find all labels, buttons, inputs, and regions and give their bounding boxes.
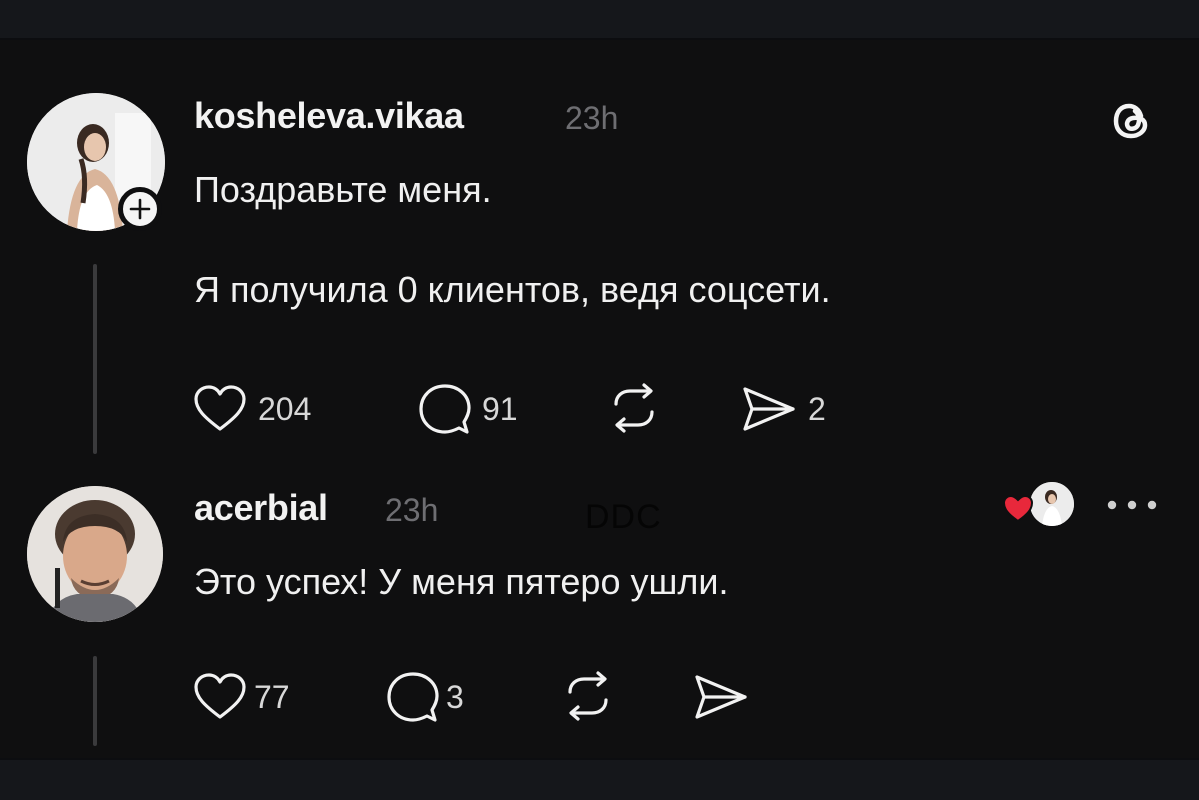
repost-button[interactable]	[606, 382, 662, 434]
threads-post-panel: kosheleva.vikaa 23h Поздравьте меня. Я п…	[0, 40, 1199, 758]
comment-icon	[419, 384, 471, 434]
like-count: 204	[258, 391, 312, 427]
reply-author-avatar[interactable]	[27, 486, 163, 622]
like-button[interactable]: 204	[192, 384, 311, 434]
follow-button[interactable]	[118, 187, 162, 231]
reply-thread-connector-line	[93, 656, 97, 746]
thread-connector-line	[93, 264, 97, 454]
reply-like-button[interactable]: 77	[192, 672, 290, 722]
bottom-letterbox	[0, 760, 1199, 800]
share-count: 2	[808, 391, 826, 427]
reply-reply-button[interactable]: 3	[384, 670, 464, 724]
threads-logo-icon[interactable]	[1108, 96, 1156, 149]
reply-timestamp: 23h	[385, 492, 439, 528]
heart-icon	[194, 673, 246, 719]
reply-repost-button[interactable]	[560, 670, 616, 722]
red-heart-icon	[1002, 494, 1034, 523]
reply-username[interactable]: acerbial	[194, 490, 328, 526]
liked-by-author-avatar	[1028, 480, 1076, 528]
post-text-line-2: Я получила 0 клиентов, ведя соцсети.	[194, 269, 831, 310]
reply-text: Это успех! У меня пятеро ушли.	[194, 561, 729, 602]
reply-share-button[interactable]	[692, 672, 750, 722]
plus-icon	[129, 198, 151, 220]
repost-icon	[614, 383, 654, 433]
reply-like-count: 77	[254, 679, 290, 715]
screenshot-frame: kosheleva.vikaa 23h Поздравьте меня. Я п…	[0, 0, 1199, 800]
watermark-text: DDC	[585, 498, 662, 536]
liked-by-author-indicator	[1002, 480, 1076, 530]
heart-icon	[194, 385, 246, 431]
reply-count: 91	[482, 391, 518, 427]
repost-icon	[568, 671, 608, 721]
more-horizontal-icon[interactable]	[1104, 495, 1160, 520]
top-letterbox	[0, 0, 1199, 38]
comment-icon	[387, 672, 439, 722]
reply-button[interactable]: 91	[416, 382, 518, 436]
post-username[interactable]: kosheleva.vikaa	[194, 98, 464, 134]
post-text-line-1: Поздравьте меня.	[194, 169, 492, 210]
send-icon	[695, 675, 747, 719]
reply-author-photo	[27, 486, 163, 622]
reply-reply-count: 3	[446, 679, 464, 715]
send-icon	[743, 387, 795, 431]
share-button[interactable]: 2	[740, 384, 826, 434]
post-timestamp: 23h	[565, 100, 619, 136]
